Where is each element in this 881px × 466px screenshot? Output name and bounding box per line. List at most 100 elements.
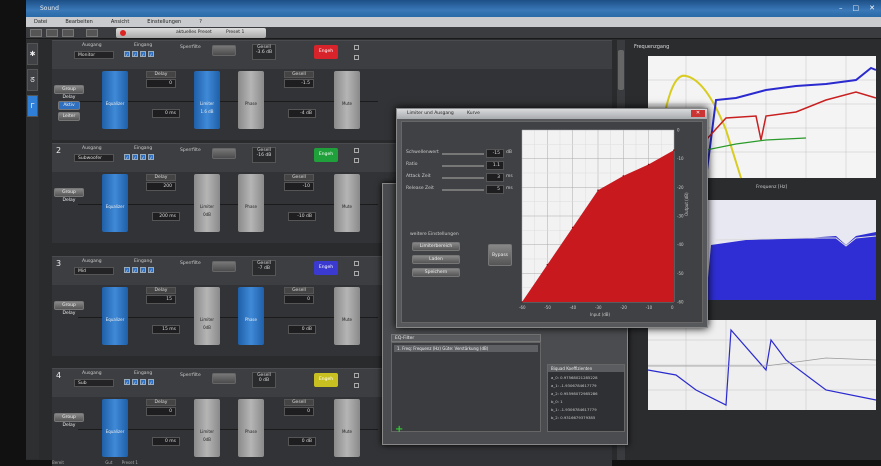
equalizer-block[interactable]: Equalizer	[102, 71, 128, 129]
dialog-tab[interactable]: Kurve	[467, 111, 480, 116]
side-tab-input[interactable]: ᘔ	[27, 69, 38, 91]
group-delay-button[interactable]: Group Delay	[54, 85, 84, 100]
engage-button[interactable]: Engeh	[314, 373, 338, 387]
limiter-range-button[interactable]: Limiterbereich	[412, 242, 460, 251]
input-checkbox[interactable]: ✓	[140, 267, 146, 273]
maximize-button[interactable]: □	[853, 4, 860, 12]
new-file-icon[interactable]	[30, 29, 42, 37]
limiter-block[interactable]: Limiter 0dB	[194, 287, 220, 345]
input-checkbox[interactable]: ✓	[140, 379, 146, 385]
filter-toggle[interactable]	[212, 373, 236, 384]
output-select[interactable]: Mid	[74, 267, 114, 275]
delay-field[interactable]: 0 ms	[152, 109, 180, 118]
equalizer-block[interactable]: Equalizer	[102, 287, 128, 345]
gain-display[interactable]: Gesell -16 dB	[252, 147, 276, 163]
input-checkbox[interactable]: ✓	[148, 154, 154, 160]
paste-icon[interactable]	[354, 158, 359, 163]
delay-value[interactable]: 200	[146, 182, 176, 191]
output-select[interactable]: Subwoofer	[74, 154, 114, 162]
input-checkbox[interactable]: ✓	[124, 51, 130, 57]
delay-value[interactable]: 15	[146, 295, 176, 304]
menu-help[interactable]: ?	[199, 17, 202, 27]
paste-icon[interactable]	[354, 55, 359, 60]
menu-datei[interactable]: Datei	[34, 17, 47, 27]
group-delay-button[interactable]: Group Delay	[54, 188, 84, 203]
gain-display[interactable]: Gesell -3.6 dB	[252, 44, 276, 60]
mute-block[interactable]: Mute	[334, 71, 360, 129]
gain-field[interactable]: 0 dB	[288, 325, 316, 334]
gain-value-field[interactable]: -10	[284, 182, 314, 191]
input-checkbox[interactable]: ✓	[140, 51, 146, 57]
scrollbar-thumb[interactable]	[618, 50, 624, 90]
delay-field[interactable]: 15 ms	[152, 325, 180, 334]
side-tab-settings[interactable]: ✱	[27, 43, 38, 65]
bypass-button[interactable]: Bypass	[488, 244, 512, 266]
input-checkbox[interactable]: ✓	[132, 154, 138, 160]
paste-icon[interactable]	[354, 383, 359, 388]
open-file-icon[interactable]	[46, 29, 58, 37]
input-checkbox[interactable]: ✓	[148, 267, 154, 273]
dialog-close-button[interactable]: ✕	[691, 110, 705, 117]
gain-field[interactable]: 0 dB	[288, 437, 316, 446]
mute-block[interactable]: Mute	[334, 174, 360, 232]
gain-display[interactable]: Gesell -7 dB	[252, 260, 276, 276]
engage-button[interactable]: Engeh	[314, 45, 338, 59]
record-icon[interactable]	[120, 30, 126, 36]
phase-block[interactable]: Phase	[238, 71, 264, 129]
phase-block[interactable]: Phase	[238, 174, 264, 232]
settings-icon[interactable]	[86, 29, 98, 37]
delay-field[interactable]: 200 ms	[152, 212, 180, 221]
dialog-title-bar[interactable]: Limiter und Ausgang Kurve ✕	[397, 109, 707, 119]
filter-toggle[interactable]	[212, 45, 236, 56]
delay-field[interactable]: 0 ms	[152, 437, 180, 446]
input-checkbox[interactable]: ✓	[124, 379, 130, 385]
gain-value-field[interactable]: 0	[284, 407, 314, 416]
add-filter-icon[interactable]: +	[395, 425, 403, 435]
output-select[interactable]: Monitor	[74, 51, 114, 59]
input-checkbox[interactable]: ✓	[148, 51, 154, 57]
delay-value[interactable]: 0	[146, 407, 176, 416]
minimize-button[interactable]: –	[839, 4, 843, 12]
equalizer-block[interactable]: Equalizer	[102, 174, 128, 232]
equalizer-block[interactable]: Equalizer	[102, 399, 128, 457]
limiter-block[interactable]: Limiter 0dB	[194, 174, 220, 232]
group-delay-button[interactable]: Group Delay	[54, 413, 84, 428]
eq-filter-row[interactable]: 1. Freq: Frequenz (Hz) Güte: Verstärkung…	[394, 345, 538, 352]
input-checkbox[interactable]: ✓	[132, 379, 138, 385]
copy-icon[interactable]	[354, 373, 359, 378]
mute-block[interactable]: Mute	[334, 287, 360, 345]
filter-toggle[interactable]	[212, 148, 236, 159]
paste-icon[interactable]	[354, 271, 359, 276]
output-select[interactable]: Sub	[74, 379, 114, 387]
menu-bearbeiten[interactable]: Bearbeiten	[65, 17, 92, 27]
limiter-block[interactable]: Limiter 0dB	[194, 399, 220, 457]
limiter-field-value[interactable]: 3	[486, 173, 504, 182]
input-checkbox[interactable]: ✓	[124, 267, 130, 273]
save-file-icon[interactable]	[62, 29, 74, 37]
gain-field[interactable]: -10 dB	[288, 212, 316, 221]
eq-filter-list[interactable]: 1. Freq: Frequenz (Hz) Güte: Verstärkung…	[391, 342, 541, 432]
ladder-button[interactable]: Leiter	[58, 112, 80, 121]
filter-toggle[interactable]	[212, 261, 236, 272]
preset-selector[interactable]: aktuelles Preset Preset 1	[116, 28, 266, 38]
copy-icon[interactable]	[354, 45, 359, 50]
gain-display[interactable]: Gesell 0 dB	[252, 372, 276, 388]
save-button[interactable]: Speichern	[412, 268, 460, 277]
input-checkbox[interactable]: ✓	[132, 267, 138, 273]
limiter-field-value[interactable]: 1.1	[486, 161, 504, 170]
active-button[interactable]: Aktiv	[58, 101, 80, 110]
delay-value[interactable]: 0	[146, 79, 176, 88]
side-tab-output[interactable]: Γ	[27, 95, 38, 117]
load-button[interactable]: Laden	[412, 255, 460, 264]
copy-icon[interactable]	[354, 261, 359, 266]
limiter-field-value[interactable]: 5	[486, 185, 504, 194]
menu-ansicht[interactable]: Ansicht	[111, 17, 129, 27]
input-checkbox[interactable]: ✓	[140, 154, 146, 160]
preset-value[interactable]: Preset 1	[226, 30, 244, 35]
input-checkbox[interactable]: ✓	[124, 154, 130, 160]
phase-block[interactable]: Phase	[238, 399, 264, 457]
menu-einstellungen[interactable]: Einstellungen	[147, 17, 181, 27]
gain-value-field[interactable]: -1.5	[284, 79, 314, 88]
limiter-block[interactable]: Limiter 1.6 dB	[194, 71, 220, 129]
phase-block[interactable]: Phase	[238, 287, 264, 345]
